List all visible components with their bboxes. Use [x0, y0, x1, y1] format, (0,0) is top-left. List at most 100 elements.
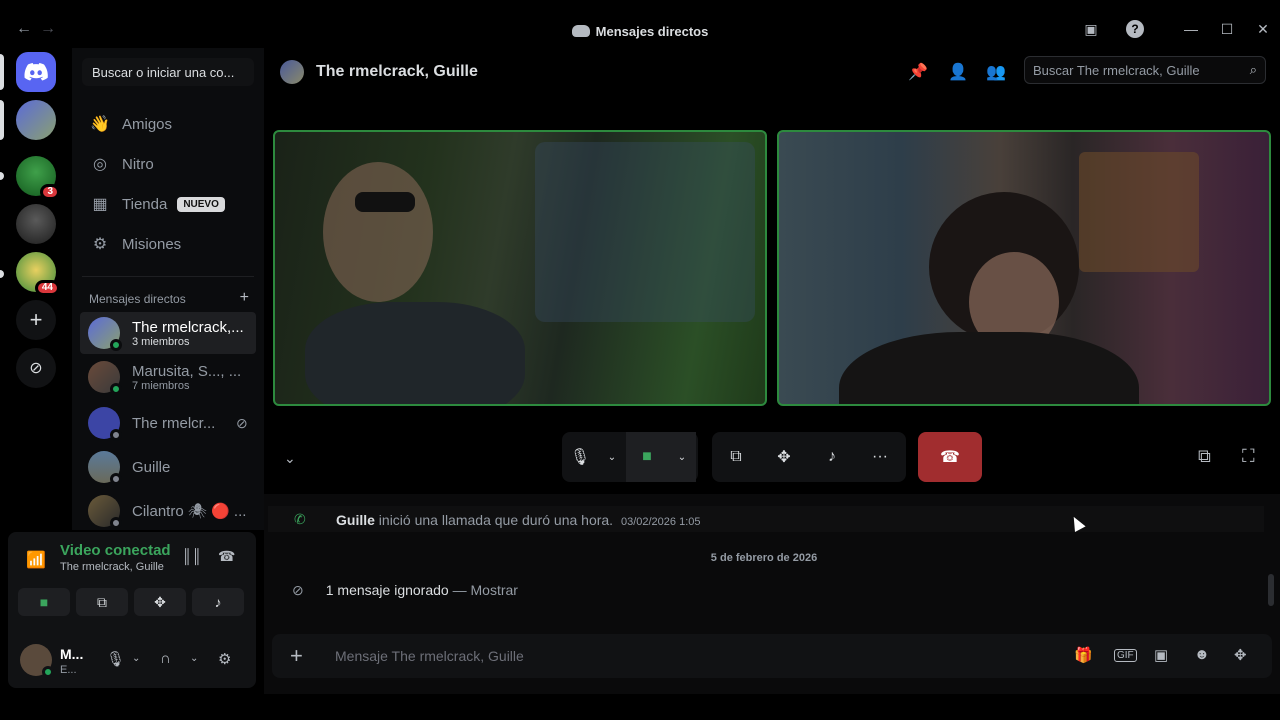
dm-item[interactable]: Marusita, S..., ... 7 miembros — [80, 356, 256, 398]
soundboard-button[interactable]: ♪ — [808, 432, 856, 482]
activities-icon: ✥ — [777, 449, 791, 466]
status-offline — [110, 473, 122, 485]
nitro-icon: ◎ — [93, 156, 107, 173]
collapse-chevron-icon[interactable]: ⌄ — [284, 450, 296, 467]
video-tile-1[interactable] — [273, 130, 767, 406]
date-divider: 5 de febrero de 2026 — [710, 552, 818, 564]
noise-suppression-icon[interactable]: ║║ — [182, 548, 202, 568]
dm-sidebar: Buscar o iniciar una co... 👋 Amigos ◎ Ni… — [72, 48, 264, 530]
new-badge: NUEVO — [177, 196, 225, 212]
activities-button[interactable]: ✥ — [760, 432, 808, 482]
channel-header: The rmelcrack, Guille — [280, 58, 478, 86]
mic-icon[interactable]: 🎙 — [106, 650, 125, 668]
composer-placeholder: Mensaje The rmelcrack, Guille — [335, 648, 524, 664]
dm-name: Guille — [132, 458, 171, 476]
create-dm-icon[interactable]: + — [240, 289, 249, 307]
soundboard-button[interactable]: ♪ — [192, 588, 244, 616]
status-offline — [110, 517, 122, 529]
emoji-icon[interactable]: ☻ — [1194, 646, 1210, 663]
show-link[interactable]: Mostrar — [471, 582, 518, 598]
settings-gear-icon[interactable]: ⚙ — [218, 650, 231, 668]
gif-icon[interactable]: GIF — [1114, 649, 1137, 662]
avatar — [88, 317, 122, 351]
pin-icon[interactable]: 📌 — [908, 62, 928, 82]
popout-icon[interactable]: ⧉ — [1198, 446, 1211, 467]
discord-logo-icon — [571, 25, 590, 37]
help-icon[interactable]: ? — [1126, 20, 1144, 38]
mic-button[interactable]: 🎙 — [562, 432, 598, 482]
gift-icon[interactable]: 🎁 — [1074, 646, 1093, 664]
mic-icon: 🎙 — [569, 449, 591, 466]
fullscreen-icon[interactable]: ⛶ — [1242, 446, 1255, 467]
server-avatar[interactable] — [16, 204, 56, 244]
compass-icon: ⊘ — [29, 360, 43, 377]
server-green[interactable]: 3 — [16, 156, 60, 200]
server-group-dm[interactable] — [16, 100, 56, 140]
dm-item[interactable]: The rmelcrack,... 3 miembros — [80, 312, 256, 354]
call-user[interactable]: Guille — [336, 512, 375, 528]
nav-shop[interactable]: ▦ Tienda NUEVO — [80, 186, 256, 222]
voice-panel: 📶 Video conectado The rmelcrack, Guille … — [8, 532, 256, 688]
unread-pill — [0, 172, 4, 180]
close-icon[interactable]: ✕ — [1254, 20, 1272, 38]
dm-item[interactable]: Cilantro 🕷 🔴 ... — [80, 490, 256, 532]
minimize-icon[interactable]: — — [1182, 20, 1200, 38]
find-conversation-button[interactable]: Buscar o iniciar una co... — [82, 58, 254, 86]
apps-icon[interactable]: ✥ — [1234, 646, 1247, 664]
disconnect-icon[interactable]: ☎ — [218, 548, 238, 568]
attach-plus-icon[interactable]: + — [290, 643, 303, 669]
camera-options[interactable]: ⌄ — [668, 432, 696, 482]
nav-quests[interactable]: ⚙ Misiones — [80, 226, 256, 262]
voice-status[interactable]: Video conectado — [60, 542, 170, 559]
dm-item[interactable]: Guille — [80, 446, 256, 488]
member-list-icon[interactable]: 👥 — [986, 62, 1006, 82]
discover-button[interactable]: ⊘ — [16, 348, 56, 388]
call-controls-av: 🎙 ⌄ ■ ⌄ — [562, 432, 698, 482]
activities-button[interactable]: ✥ — [134, 588, 186, 616]
plus-icon: + — [29, 307, 43, 332]
more-button[interactable]: ··· — [856, 432, 904, 482]
sticker-icon[interactable]: ▣ — [1154, 646, 1168, 664]
participant-shape — [323, 162, 433, 302]
video-tile-2[interactable] — [777, 130, 1271, 406]
server-yellow[interactable]: 44 — [16, 252, 60, 296]
dm-name: Marusita, S..., ... — [132, 362, 242, 380]
nav-friends[interactable]: 👋 Amigos — [80, 106, 256, 142]
signal-icon[interactable]: 📶 — [26, 550, 46, 570]
unread-pill — [0, 270, 4, 278]
channel-title: The rmelcrack, Guille — [316, 63, 478, 80]
maximize-icon[interactable]: ☐ — [1218, 20, 1236, 38]
message-area: ✆ Guille inició una llamada que duró una… — [264, 494, 1280, 694]
screen-share-button[interactable]: ⧉ — [712, 432, 760, 482]
user-avatar[interactable] — [20, 644, 54, 678]
user-panel: M... E... 🎙 ⌄ ∩ ⌄ ⚙ — [8, 634, 256, 686]
chevron-down-icon[interactable]: ⌄ — [190, 653, 198, 664]
add-server-button[interactable]: + — [16, 300, 56, 340]
call-area: The rmelcrack, Guille 📌 👤 👥 Buscar The r… — [264, 48, 1280, 494]
dm-members: 7 miembros — [132, 379, 190, 392]
search-placeholder: Buscar The rmelcrack, Guille — [1033, 63, 1200, 78]
discord-logo-icon — [24, 63, 48, 81]
inbox-icon[interactable]: ▣ — [1082, 20, 1100, 38]
nav-nitro[interactable]: ◎ Nitro — [80, 146, 256, 182]
hang-up-button[interactable]: ☎ — [918, 432, 982, 482]
user-name[interactable]: M... — [60, 646, 86, 662]
headphones-icon[interactable]: ∩ — [160, 650, 171, 667]
camera-button[interactable]: ■ — [18, 588, 70, 616]
mic-options[interactable]: ⌄ — [598, 432, 626, 482]
home-button[interactable] — [16, 52, 56, 92]
scrollbar[interactable] — [1268, 574, 1274, 606]
bottom-bar — [0, 694, 1280, 720]
chevron-down-icon: ⌄ — [607, 451, 617, 463]
message-composer[interactable]: + Mensaje The rmelcrack, Guille 🎁 GIF ▣ … — [272, 634, 1272, 678]
dm-name: Cilantro 🕷 🔴 ... — [132, 503, 247, 520]
search-input[interactable]: Buscar The rmelcrack, Guille ⌕ — [1024, 56, 1266, 84]
sunglasses-shape — [355, 192, 415, 212]
camera-button[interactable]: ■ — [626, 432, 668, 482]
chevron-down-icon[interactable]: ⌄ — [132, 653, 140, 664]
dm-item[interactable]: The rmelcr... ⊘ — [80, 402, 256, 444]
voice-channel[interactable]: The rmelcrack, Guille — [60, 561, 170, 573]
add-friends-icon[interactable]: 👤 — [948, 62, 968, 82]
screen-share-button[interactable]: ⧉ — [76, 588, 128, 616]
dm-name: The rmelcrack,... — [132, 318, 244, 336]
